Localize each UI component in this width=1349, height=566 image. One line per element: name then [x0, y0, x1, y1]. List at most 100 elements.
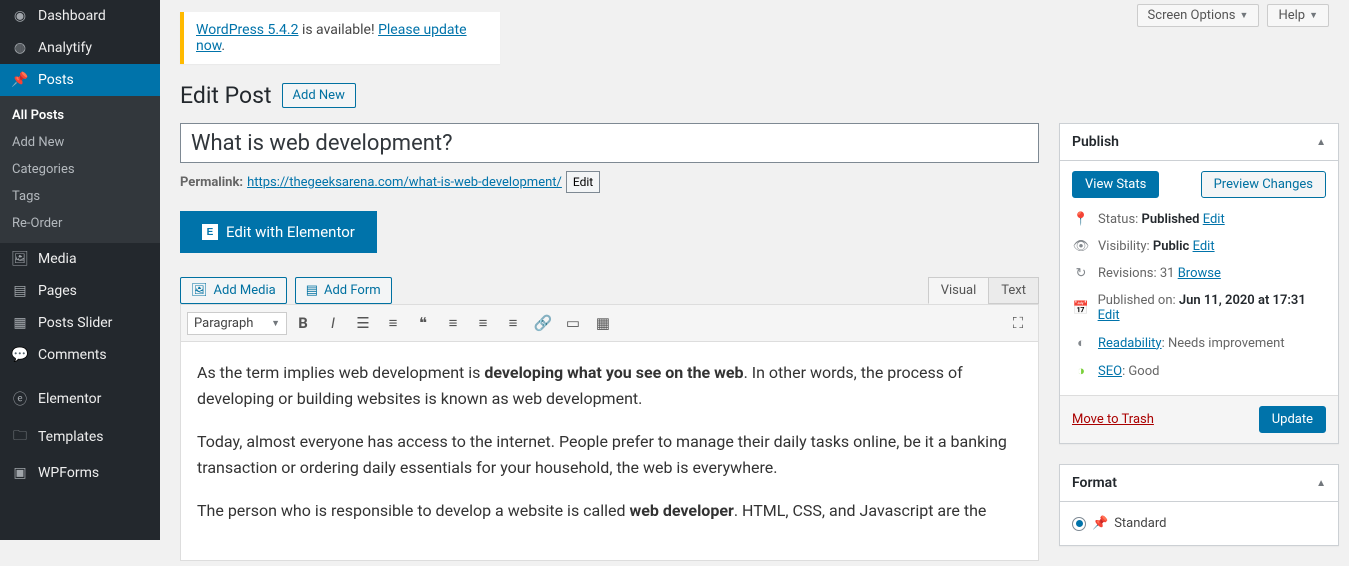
menu-dashboard[interactable]: ◉ Dashboard: [0, 0, 160, 32]
calendar-icon: 📅: [1072, 301, 1090, 316]
edit-permalink-button[interactable]: Edit: [566, 171, 600, 193]
content-bold: web developer: [630, 501, 734, 520]
preview-changes-button[interactable]: Preview Changes: [1201, 171, 1326, 198]
menu-comments[interactable]: 💬 Comments: [0, 339, 160, 371]
paragraph-select[interactable]: Paragraph▼: [187, 312, 287, 335]
submenu-reorder[interactable]: Re-Order: [0, 210, 160, 237]
radio-checked-icon: [1072, 517, 1086, 531]
update-button[interactable]: Update: [1259, 406, 1326, 433]
pin-icon: 📌: [1092, 516, 1108, 531]
pin-icon: 📍: [1072, 212, 1090, 227]
elementor-icon: ⓔ: [10, 389, 30, 409]
edit-date-link[interactable]: Edit: [1098, 308, 1120, 323]
menu-elementor[interactable]: ⓔ Elementor: [0, 381, 160, 417]
select-label: Paragraph: [194, 316, 253, 331]
tab-text[interactable]: Text: [988, 277, 1039, 304]
main-content: WordPress 5.4.2 is available! Please upd…: [180, 0, 1349, 566]
notice-text: .: [221, 38, 225, 54]
chevron-up-icon: ▲: [1316, 137, 1326, 148]
format-standard-option[interactable]: 📌 Standard: [1072, 512, 1326, 535]
row-label: Status:: [1098, 212, 1142, 227]
italic-button[interactable]: I: [319, 309, 347, 337]
content-bold: developing what you see on the web: [484, 363, 743, 382]
toolbar-toggle-button[interactable]: ▦: [589, 309, 617, 337]
format-box: Format ▲ 📌 Standard: [1059, 464, 1339, 546]
menu-label: Pages: [38, 283, 77, 299]
box-title: Publish: [1072, 134, 1119, 150]
edit-with-elementor-button[interactable]: E Edit with Elementor: [180, 211, 377, 253]
submenu-add-new[interactable]: Add New: [0, 129, 160, 156]
align-right-button[interactable]: ≡: [499, 309, 527, 337]
submenu-all-posts[interactable]: All Posts: [0, 102, 160, 129]
media-icon: 🖼: [191, 283, 208, 298]
admin-sidebar: ◉ Dashboard ◍Analytify 📌Posts All Posts A…: [0, 0, 160, 540]
fullscreen-button[interactable]: ⛶: [1004, 309, 1032, 337]
dashboard-icon: ◉: [10, 8, 30, 24]
menu-label: Posts Slider: [38, 315, 112, 331]
notice-text: is available!: [298, 22, 378, 38]
posts-submenu: All Posts Add New Categories Tags Re-Ord…: [0, 96, 160, 243]
edit-status-link[interactable]: Edit: [1203, 212, 1225, 227]
view-stats-button[interactable]: View Stats: [1072, 171, 1159, 198]
format-header[interactable]: Format ▲: [1060, 465, 1338, 502]
readmore-button[interactable]: ▭: [559, 309, 587, 337]
button-label: Edit with Elementor: [226, 223, 355, 241]
bullet-list-button[interactable]: ☰: [349, 309, 377, 337]
comments-icon: 💬: [10, 347, 30, 363]
move-to-trash-link[interactable]: Move to Trash: [1072, 412, 1154, 427]
menu-label: Comments: [38, 347, 107, 363]
menu-label: Dashboard: [38, 8, 106, 24]
button-label: Add Media: [214, 283, 276, 298]
menu-pages[interactable]: ▤Pages: [0, 275, 160, 307]
editor-toolbar: Paragraph▼ B I ☰ ≡ ❝ ≡ ≡ ≡ 🔗 ▭ ▦ ⛶: [180, 304, 1039, 342]
add-new-button[interactable]: Add New: [282, 83, 356, 108]
revisions-icon: ↻: [1072, 266, 1090, 281]
submenu-categories[interactable]: Categories: [0, 156, 160, 183]
publish-header[interactable]: Publish ▲: [1060, 124, 1338, 161]
menu-label: WPForms: [38, 465, 99, 481]
menu-analytify[interactable]: ◍Analytify: [0, 32, 160, 64]
post-title-input[interactable]: [180, 123, 1039, 163]
quote-button[interactable]: ❝: [409, 309, 437, 337]
permalink-label: Permalink:: [180, 175, 243, 190]
edit-visibility-link[interactable]: Edit: [1193, 239, 1215, 254]
page-title: Edit Post: [180, 82, 272, 109]
menu-posts[interactable]: 📌Posts: [0, 64, 160, 96]
button-label: Add Form: [324, 283, 381, 298]
numbered-list-button[interactable]: ≡: [379, 309, 407, 337]
media-icon: 🖼: [10, 251, 30, 267]
row-value: Public: [1153, 239, 1189, 254]
submenu-tags[interactable]: Tags: [0, 183, 160, 210]
add-form-button[interactable]: ▤Add Form: [295, 277, 392, 304]
permalink-link[interactable]: https://thegeeksarena.com/what-is-web-de…: [247, 175, 562, 190]
wp-version-link[interactable]: WordPress 5.4.2: [196, 22, 298, 38]
menu-wpforms[interactable]: ▣ WPForms: [0, 457, 160, 489]
menu-label: Analytify: [38, 40, 92, 56]
browse-revisions-link[interactable]: Browse: [1178, 266, 1221, 281]
yoast-seo-icon: ◑: [1072, 363, 1090, 379]
row-label: Revisions:: [1098, 266, 1160, 281]
menu-media[interactable]: 🖼 Media: [0, 243, 160, 275]
add-media-button[interactable]: 🖼 Add Media: [180, 277, 287, 304]
post-content[interactable]: As the term implies web development is d…: [180, 342, 1039, 561]
wpforms-icon: ▣: [10, 465, 30, 481]
menu-label: Media: [38, 251, 77, 267]
menu-label: Elementor: [38, 391, 101, 407]
align-left-button[interactable]: ≡: [439, 309, 467, 337]
menu-label: Posts: [38, 72, 74, 88]
bold-button[interactable]: B: [289, 309, 317, 337]
content-text: The person who is responsible to develop…: [197, 501, 630, 520]
menu-posts-slider[interactable]: ▦Posts Slider: [0, 307, 160, 339]
row-value: Published: [1142, 212, 1200, 227]
readability-link[interactable]: Readability: [1098, 336, 1162, 351]
link-button[interactable]: 🔗: [529, 309, 557, 337]
elementor-logo-icon: E: [202, 224, 218, 240]
seo-link[interactable]: SEO: [1098, 364, 1122, 379]
tab-visual[interactable]: Visual: [928, 277, 989, 304]
permalink-row: Permalink: https://thegeeksarena.com/wha…: [180, 171, 1039, 193]
menu-templates[interactable]: 🗀Templates: [0, 417, 160, 457]
align-center-button[interactable]: ≡: [469, 309, 497, 337]
publish-box: Publish ▲ View Stats Preview Changes 📍 St…: [1059, 123, 1339, 444]
eye-icon: 👁: [1072, 239, 1090, 254]
content-text: . HTML, CSS, and Javascript are the: [734, 501, 987, 520]
